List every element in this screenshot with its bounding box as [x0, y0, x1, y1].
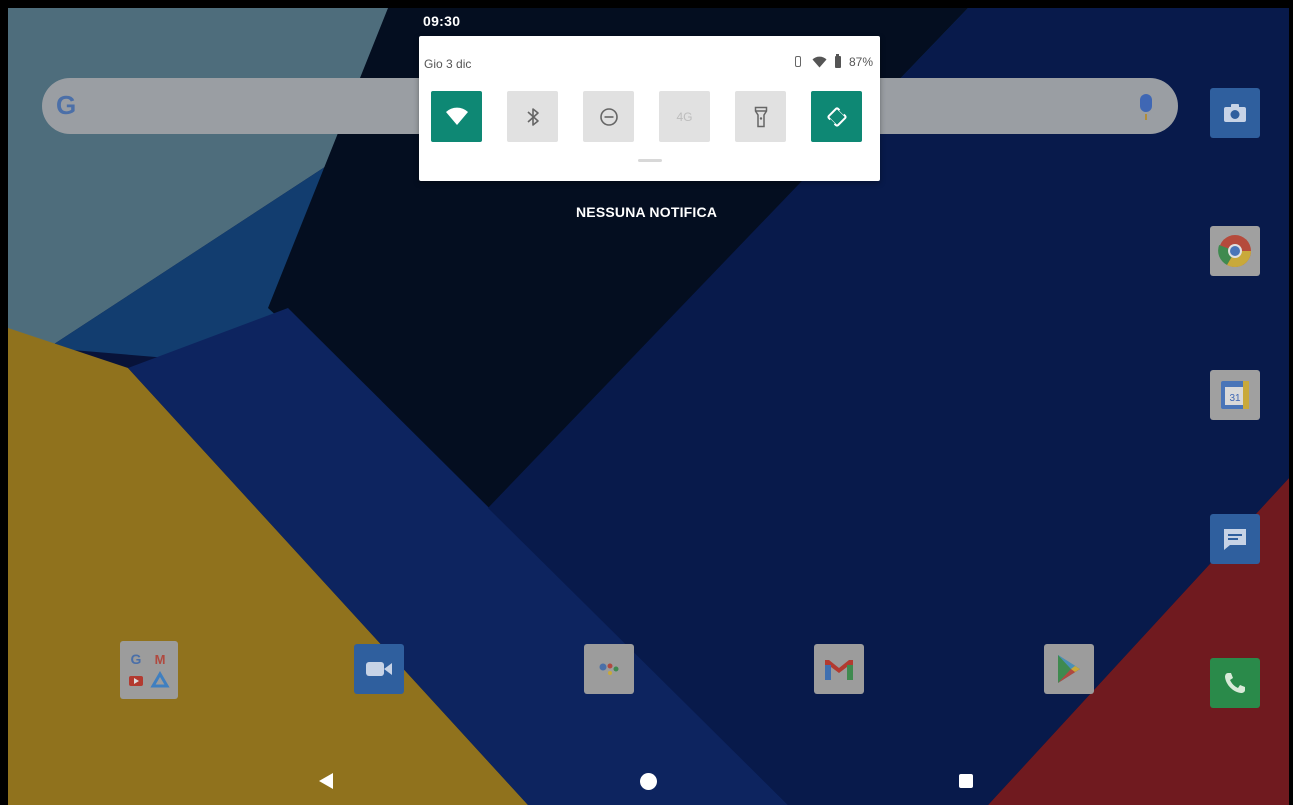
screen: 09:30 G 31 G M Gio 3 dic 87% 4G NESSUNA …: [8, 8, 1289, 805]
auto-rotate-icon: [826, 106, 848, 128]
duo-icon[interactable]: [354, 644, 404, 694]
tile-mobile-data[interactable]: 4G: [659, 91, 710, 142]
do-not-disturb-icon: [599, 107, 619, 127]
mic-icon[interactable]: [1140, 94, 1152, 120]
vibrate-icon: [792, 56, 804, 68]
battery-icon: [834, 54, 841, 68]
battery-percent: 87%: [848, 55, 873, 69]
status-clock: 09:30: [423, 13, 461, 29]
wifi-status-icon: [812, 56, 827, 68]
play-store-icon[interactable]: [1044, 644, 1094, 694]
tile-wifi[interactable]: [431, 91, 482, 142]
tile-do-not-disturb[interactable]: [583, 91, 634, 142]
camera-icon[interactable]: [1210, 88, 1260, 138]
qs-status-icons: 87%: [792, 54, 873, 69]
tile-bluetooth[interactable]: [507, 91, 558, 142]
chrome-icon[interactable]: [1210, 226, 1260, 276]
messages-icon[interactable]: [1210, 514, 1260, 564]
bluetooth-icon: [526, 107, 540, 127]
recents-button[interactable]: [959, 774, 973, 788]
tile-auto-rotate[interactable]: [811, 91, 862, 142]
google-logo-icon: G: [56, 90, 77, 120]
mobile-data-label: 4G: [676, 109, 693, 124]
wifi-icon: [445, 107, 469, 127]
assistant-icon[interactable]: [584, 644, 634, 694]
qs-expand-handle[interactable]: [638, 159, 662, 162]
quick-settings-panel: Gio 3 dic 87% 4G: [419, 36, 880, 181]
folder-gmail-letter: M: [155, 652, 166, 667]
google-folder-icon[interactable]: G M: [120, 641, 178, 699]
flashlight-icon: [754, 106, 768, 128]
tile-flashlight[interactable]: [735, 91, 786, 142]
home-button[interactable]: [640, 773, 657, 790]
folder-google-letter: G: [131, 651, 142, 667]
calendar-icon[interactable]: 31: [1210, 370, 1260, 420]
qs-date: Gio 3 dic: [424, 57, 472, 71]
phone-icon[interactable]: [1210, 658, 1260, 708]
no-notifications-label: NESSUNA NOTIFICA: [576, 204, 718, 220]
gmail-icon[interactable]: [814, 644, 864, 694]
qs-tiles: 4G: [431, 91, 862, 142]
calendar-date-label: 31: [1229, 393, 1241, 404]
navigation-bar: [8, 763, 1289, 805]
back-button[interactable]: [319, 773, 333, 789]
